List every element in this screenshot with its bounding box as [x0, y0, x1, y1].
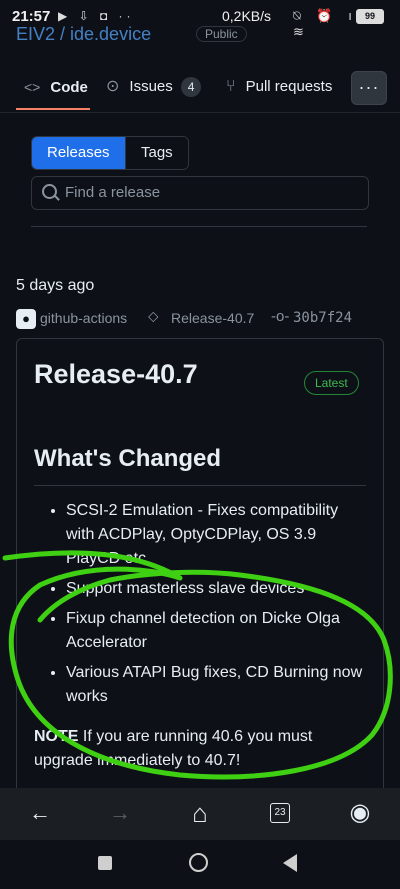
whats-changed-heading: What's Changed: [34, 445, 222, 472]
release-author-link[interactable]: github-actions: [40, 310, 127, 326]
repo-tabs: <> Code ⊙ Issues 4 ⑂ Pull requests: [0, 64, 400, 113]
issues-count-badge: 4: [180, 77, 202, 97]
tab-issues-label: Issues: [129, 78, 173, 95]
note-label: NOTE: [34, 728, 79, 745]
commit-icon: -o-: [271, 308, 290, 325]
heading-rule: [34, 485, 366, 486]
tab-pull-requests[interactable]: ⑂ Pull requests: [226, 64, 332, 110]
recents-button[interactable]: [98, 856, 112, 870]
system-navigation-bar: [0, 840, 400, 889]
latest-badge: Latest: [304, 371, 359, 395]
battery-icon: 99: [356, 9, 384, 24]
search-icon: [42, 184, 57, 199]
home-system-button[interactable]: [189, 853, 208, 872]
release-date: 5 days ago: [16, 277, 95, 294]
browser-navigation-bar: ← → ⌂ 23 ◉: [0, 788, 400, 840]
more-tabs-button[interactable]: ···: [351, 71, 387, 105]
back-system-button[interactable]: [283, 854, 297, 872]
release-tag-link[interactable]: Release-40.7: [171, 310, 254, 326]
release-title[interactable]: Release-40.7: [34, 359, 198, 390]
code-icon: <>: [24, 79, 41, 95]
find-release-input[interactable]: Find a release: [31, 176, 369, 210]
list-item: Various ATAPI Bug fixes, CD Burning now …: [66, 661, 366, 709]
issue-icon: ⊙: [106, 78, 120, 95]
back-button[interactable]: ←: [10, 788, 70, 840]
tab-code-label: Code: [50, 79, 88, 96]
commit-sha-link[interactable]: 30b7f24: [293, 310, 352, 326]
divider: [31, 226, 367, 227]
tabs-button[interactable]: 23: [250, 788, 310, 840]
forward-button[interactable]: →: [90, 788, 150, 840]
release-card: Release-40.7 Latest What's Changed SCSI-…: [16, 338, 384, 800]
releases-tab-button[interactable]: Releases: [32, 137, 125, 169]
search-placeholder: Find a release: [65, 184, 161, 201]
notification-icons: ▶ ⇩ ◘ ··: [58, 9, 135, 23]
list-item: SCSI-2 Emulation - Fixes compatibility w…: [66, 499, 366, 571]
tab-issues[interactable]: ⊙ Issues 4: [106, 64, 202, 110]
release-note: NOTE If you are running 40.6 you must up…: [34, 725, 364, 773]
repo-title[interactable]: EIV2 / ide.device: [16, 24, 151, 41]
release-meta: ● github-actions ⬦ Release-40.7 -o- 30b7…: [16, 308, 386, 330]
list-item: Fixup channel detection on Dicke Olga Ac…: [66, 607, 366, 655]
tag-icon: ⬦: [148, 308, 159, 325]
tags-tab-button[interactable]: Tags: [125, 137, 188, 169]
tab-code[interactable]: <> Code: [24, 64, 88, 110]
clock: 21:57: [12, 8, 51, 25]
tab-count-icon: 23: [270, 803, 290, 823]
releases-tags-toggle: Releases Tags: [31, 136, 189, 170]
list-item: Support masterless slave devices: [66, 577, 366, 601]
home-button[interactable]: ⌂: [170, 788, 230, 840]
changes-list: SCSI-2 Emulation - Fixes compatibility w…: [34, 499, 366, 715]
github-logo-icon: ●: [16, 309, 36, 329]
network-speed: 0,2KB/s: [222, 8, 272, 24]
tab-pull-requests-label: Pull requests: [245, 78, 333, 95]
visibility-badge: Public: [196, 26, 247, 42]
active-tab-indicator: [16, 108, 90, 110]
pull-request-icon: ⑂: [226, 78, 236, 95]
account-button[interactable]: ◉: [330, 788, 390, 840]
